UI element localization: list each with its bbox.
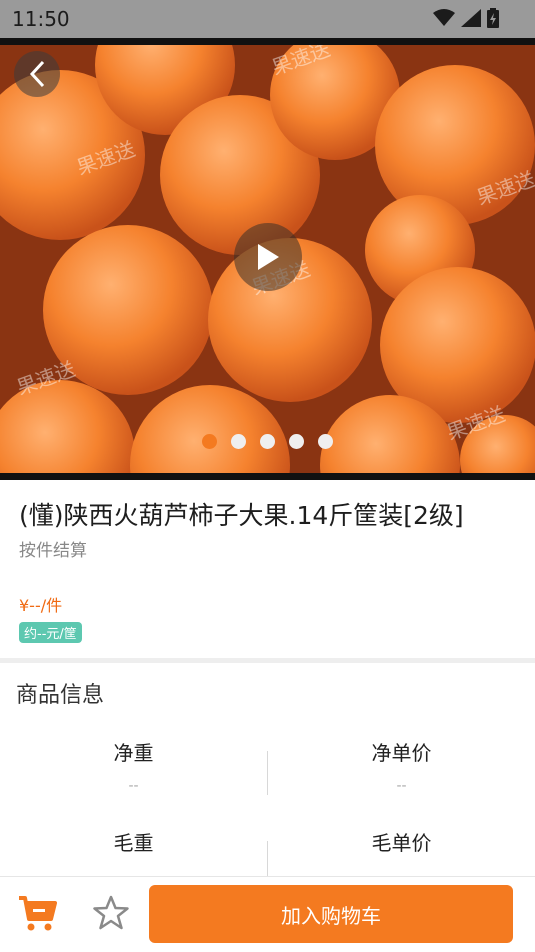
carousel-dot[interactable] — [318, 434, 333, 449]
bottom-action-bar: 加入购物车 — [0, 876, 535, 952]
favorite-button[interactable] — [92, 895, 130, 935]
add-to-cart-button[interactable]: 加入购物车 — [149, 885, 513, 943]
product-price: ¥--/件 — [19, 596, 63, 615]
status-time: 11:50 — [12, 7, 70, 31]
play-icon — [258, 244, 279, 270]
spec-gross-unit-price: 毛单价 — [268, 827, 535, 856]
spec-title: 商品信息 — [16, 683, 105, 708]
carousel-dot[interactable] — [260, 434, 275, 449]
play-video-button[interactable] — [234, 223, 302, 291]
product-subtitle: 按件结算 — [19, 541, 87, 561]
spec-label: 净重 — [113, 741, 154, 765]
carousel-dot[interactable] — [289, 434, 304, 449]
spec-label: 净单价 — [371, 741, 432, 765]
spec-value: -- — [128, 778, 139, 794]
carousel-dot[interactable] — [231, 434, 246, 449]
star-icon — [93, 895, 129, 930]
spec-gross-weight: 毛重 — [0, 827, 267, 856]
spec-net-weight: 净重 -- — [0, 737, 267, 794]
status-bar: 11:50 — [0, 0, 535, 38]
product-info: (懂)陕西火葫芦柿子大果.14斤筐装[2级] 按件结算 ¥--/件 约--元/筐 — [0, 480, 535, 658]
signal-icon — [461, 9, 481, 27]
status-icons — [433, 8, 499, 28]
back-icon — [29, 60, 45, 88]
battery-icon — [487, 8, 499, 28]
section-divider — [0, 658, 535, 663]
spec-label: 毛重 — [113, 831, 154, 855]
spec-value: -- — [396, 778, 407, 794]
wifi-icon — [433, 9, 455, 26]
cart-icon — [19, 896, 57, 931]
product-title: (懂)陕西火葫芦柿子大果.14斤筐装[2级] — [19, 501, 464, 530]
carousel-dot[interactable] — [202, 434, 217, 449]
back-button[interactable] — [14, 51, 60, 97]
approx-price-badge: 约--元/筐 — [19, 622, 82, 643]
carousel-indicator — [0, 434, 535, 449]
spec-label: 毛单价 — [371, 831, 432, 855]
product-image-carousel[interactable]: 果速送 果速送 果速送 果速送 果速送 果速送 — [0, 38, 535, 480]
spec-net-unit-price: 净单价 -- — [268, 737, 535, 794]
cart-button[interactable] — [17, 895, 57, 937]
